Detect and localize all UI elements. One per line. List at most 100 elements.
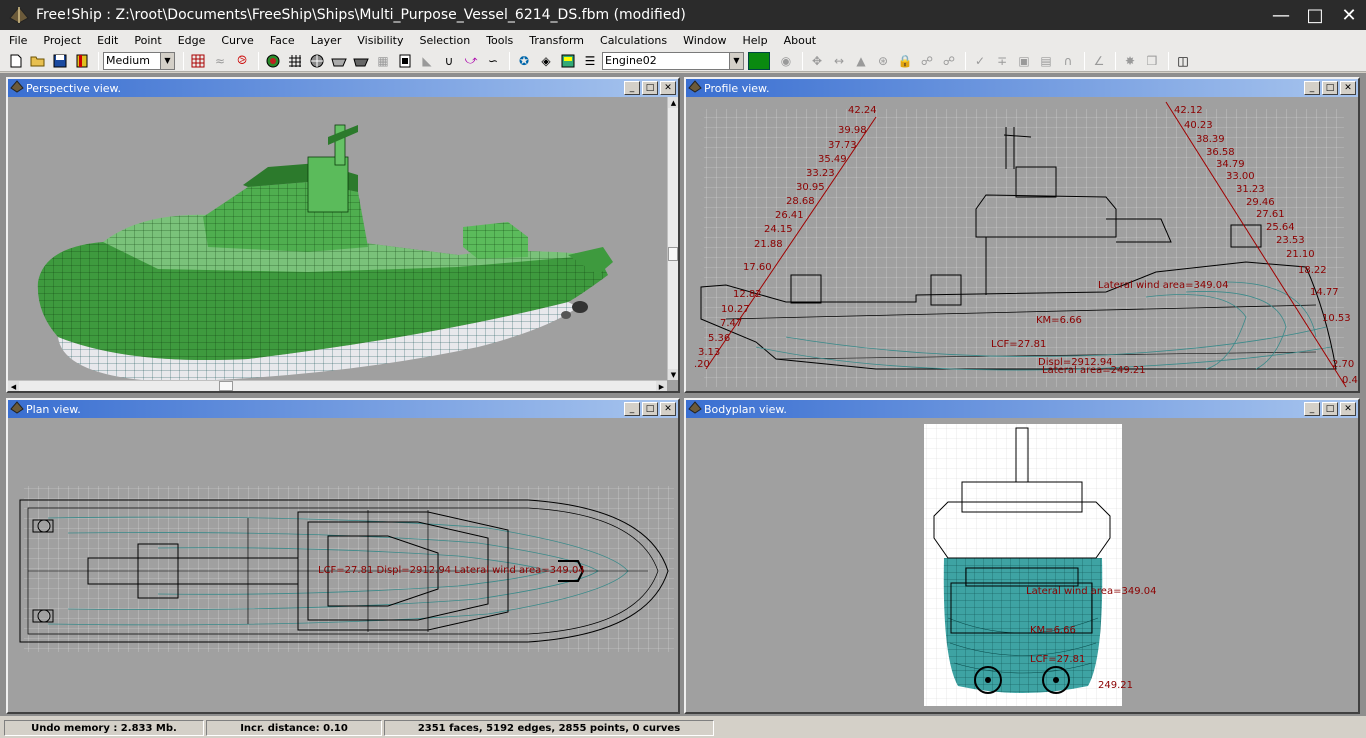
perspective-vertical-scrollbar[interactable]: ▲ ▼ (667, 97, 678, 380)
export-icon[interactable] (72, 52, 92, 70)
minimize-icon[interactable]: _ (1304, 81, 1320, 95)
flip-normals-icon[interactable]: ❒ (1142, 52, 1162, 70)
plan-view-titlebar[interactable]: Plan view. _ □ ✕ (8, 400, 678, 418)
crease-edge-icon[interactable]: ▤ (1036, 52, 1056, 70)
new-layer-icon[interactable]: ◉ (776, 52, 796, 70)
new-file-icon[interactable] (6, 52, 26, 70)
scroll-left-icon[interactable]: ◀ (8, 381, 19, 391)
shade-icon[interactable] (263, 52, 283, 70)
perspective-horizontal-scrollbar[interactable]: ◀ ▶ (8, 380, 667, 391)
collapse-edge-icon[interactable]: ∓ (992, 52, 1012, 70)
menu-file[interactable]: File (0, 34, 34, 47)
unlock-all-icon[interactable]: ☍ (939, 52, 959, 70)
status-bar: Undo memory : 2.833 Mb. Incr. distance: … (0, 718, 1366, 738)
shade-smooth-icon[interactable] (307, 52, 327, 70)
menu-tools[interactable]: Tools (477, 34, 520, 47)
right-scale-label: 21.10 (1286, 249, 1315, 260)
bodyplan-lateral-wind-label: Lateral wind area=349.04 (1026, 586, 1156, 597)
left-scale-label: 12.82 (733, 289, 762, 300)
maximize-icon[interactable]: □ (642, 402, 658, 416)
lock-icon[interactable]: 🔒 (895, 52, 915, 70)
close-icon[interactable]: ✕ (1340, 81, 1356, 95)
menu-help[interactable]: Help (734, 34, 775, 47)
close-button[interactable]: ✕ (1332, 0, 1366, 30)
insert-edge-icon[interactable]: ∩ (1058, 52, 1078, 70)
add-point-icon[interactable]: ✥ (807, 52, 827, 70)
menu-edge[interactable]: Edge (169, 34, 213, 47)
flatten-icon[interactable]: ◣ (417, 52, 437, 70)
active-layer-select[interactable]: Engine02 ▼ (602, 51, 744, 70)
scroll-thumb[interactable] (219, 381, 233, 391)
insert-plane-icon[interactable]: ▲ (851, 52, 871, 70)
normals-icon[interactable]: ✪ (514, 52, 534, 70)
perspective-view-titlebar[interactable]: Perspective view. _ □ ✕ (8, 79, 678, 97)
menu-calculations[interactable]: Calculations (591, 34, 674, 47)
undo-memory-status: Undo memory : 2.833 Mb. (4, 720, 204, 736)
perspective-view-window: Perspective view. _ □ ✕ ▲ ▼ ◀ ▶ (6, 77, 680, 393)
menu-layer[interactable]: Layer (302, 34, 349, 47)
layer-color-swatch[interactable] (748, 51, 770, 70)
layer-colors-icon[interactable] (558, 52, 578, 70)
close-icon[interactable]: ✕ (660, 81, 676, 95)
buttocks-icon[interactable]: ⤻ (461, 52, 481, 70)
new-curve-icon[interactable]: ∠ (1089, 52, 1109, 70)
maximize-icon[interactable]: □ (1322, 402, 1338, 416)
unlock-icon[interactable]: ☍ (917, 52, 937, 70)
split-edge-icon[interactable]: ✓ (970, 52, 990, 70)
scroll-up-icon[interactable]: ▲ (668, 97, 678, 108)
maximize-icon[interactable]: □ (1322, 81, 1338, 95)
interior-edges-icon[interactable]: ≈ (210, 52, 230, 70)
menu-about[interactable]: About (775, 34, 824, 47)
maximize-button[interactable]: □ (1298, 0, 1332, 30)
toolbox-icon[interactable]: ◫ (1173, 52, 1193, 70)
layer-properties-icon[interactable]: ◈ (536, 52, 556, 70)
profile-view-titlebar[interactable]: Profile view. _ □ ✕ (686, 79, 1358, 97)
shade-curvature-icon[interactable] (351, 52, 371, 70)
menu-point[interactable]: Point (125, 34, 168, 47)
chevron-down-icon[interactable]: ▼ (160, 52, 174, 69)
close-icon[interactable]: ✕ (660, 402, 676, 416)
profile-canvas[interactable]: 42.24 39.98 37.73 35.49 33.23 30.95 28.6… (686, 97, 1358, 391)
collapse-point-icon[interactable]: ↔ (829, 52, 849, 70)
scroll-right-icon[interactable]: ▶ (656, 381, 667, 391)
menu-edit[interactable]: Edit (88, 34, 125, 47)
menu-selection[interactable]: Selection (410, 34, 477, 47)
precision-select[interactable]: Medium ▼ (103, 51, 175, 70)
hull-ship-icon[interactable] (329, 52, 349, 70)
bodyplan-canvas[interactable]: Lateral wind area=349.04 KM=6.66 LCF=27.… (686, 418, 1358, 712)
plan-canvas[interactable]: LCF=27.81 Displ=2912.94 Lateral wind are… (8, 418, 678, 712)
zebra-icon[interactable] (395, 52, 415, 70)
scroll-down-icon[interactable]: ▼ (668, 369, 678, 380)
open-folder-icon[interactable] (28, 52, 48, 70)
curvature-icon[interactable]: ⧁ (232, 52, 252, 70)
view-icon (688, 401, 702, 414)
save-icon[interactable] (50, 52, 70, 70)
minimize-button[interactable]: — (1264, 0, 1298, 30)
menu-face[interactable]: Face (261, 34, 302, 47)
chevron-down-icon[interactable]: ▼ (729, 52, 743, 69)
intersect-layers-icon[interactable]: ⊛ (873, 52, 893, 70)
scroll-thumb[interactable] (668, 247, 678, 261)
extrude-edge-icon[interactable]: ▣ (1014, 52, 1034, 70)
menu-visibility[interactable]: Visibility (348, 34, 410, 47)
minimize-icon[interactable]: _ (1304, 402, 1320, 416)
menu-window[interactable]: Window (674, 34, 733, 47)
menu-project[interactable]: Project (34, 34, 88, 47)
menu-curve[interactable]: Curve (212, 34, 260, 47)
perspective-canvas[interactable]: ▲ ▼ ◀ ▶ (8, 97, 678, 391)
bodyplan-view-titlebar[interactable]: Bodyplan view. _ □ ✕ (686, 400, 1358, 418)
maximize-icon[interactable]: □ (642, 81, 658, 95)
grid-control-net-icon[interactable] (188, 52, 208, 70)
stations-icon[interactable]: ∪ (439, 52, 459, 70)
minimize-icon[interactable]: _ (624, 402, 640, 416)
left-scale-label: 7.47 (720, 318, 742, 329)
left-scale-label: 39.98 (838, 125, 867, 136)
waterlines-icon[interactable]: ∽ (483, 52, 503, 70)
menu-transform[interactable]: Transform (520, 34, 591, 47)
develop-icon[interactable]: ▦ (373, 52, 393, 70)
close-icon[interactable]: ✕ (1340, 402, 1356, 416)
new-face-icon[interactable]: ✸ (1120, 52, 1140, 70)
minimize-icon[interactable]: _ (624, 81, 640, 95)
wireframe-icon[interactable] (285, 52, 305, 70)
layer-manager-icon[interactable]: ☰ (580, 52, 600, 70)
